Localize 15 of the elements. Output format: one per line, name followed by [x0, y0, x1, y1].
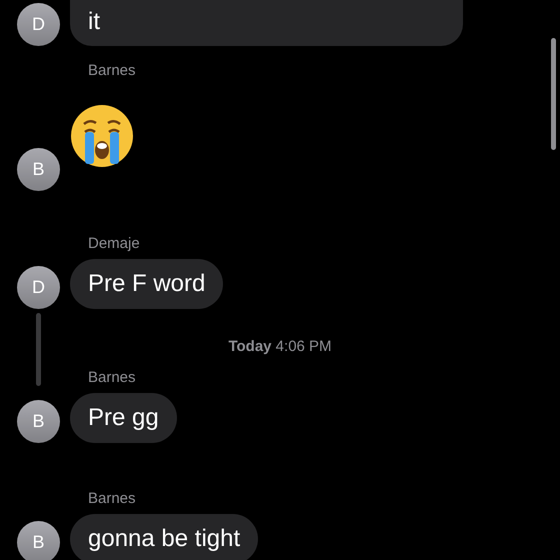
message-bubble: Pre gg — [70, 393, 177, 443]
message-bubble: Pre F word — [70, 259, 224, 309]
timestamp: Today 4:06 PM — [228, 338, 332, 356]
avatar: B — [17, 521, 60, 560]
sender-name: Barnes — [88, 369, 136, 387]
avatar: D — [17, 266, 60, 309]
crying-face-icon — [70, 104, 134, 168]
avatar: D — [17, 3, 60, 46]
avatar: B — [17, 148, 60, 191]
message-bubble: gonna be tight — [70, 514, 258, 560]
sender-name: Demaje — [88, 235, 140, 253]
message-bubble: it — [70, 0, 463, 46]
avatar: B — [17, 400, 60, 443]
sender-name: Barnes — [88, 62, 136, 80]
sender-name: Barnes — [88, 490, 136, 508]
